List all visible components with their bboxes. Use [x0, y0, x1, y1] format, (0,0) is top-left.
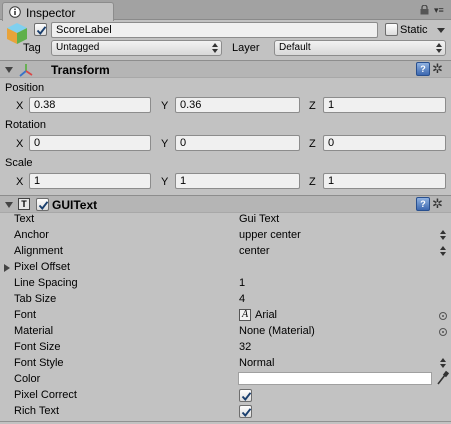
- scale-x-field[interactable]: 1: [29, 173, 151, 189]
- scale-x-label: X: [16, 176, 24, 188]
- font-value[interactable]: Arial: [255, 309, 277, 322]
- position-label: Position: [5, 82, 45, 94]
- gear-icon[interactable]: ✲: [432, 62, 443, 75]
- rotation-z-field[interactable]: 0: [323, 135, 446, 151]
- check-icon: [36, 26, 47, 35]
- layer-label: Layer: [232, 42, 260, 54]
- gameobject-active-checkbox[interactable]: [34, 23, 47, 36]
- tag-label: Tag: [23, 42, 41, 54]
- alignment-dropdown[interactable]: center: [239, 245, 270, 258]
- updown-arrows-icon: [436, 43, 442, 53]
- guitext-component-icon: T: [18, 198, 30, 210]
- rotation-z-label: Z: [309, 138, 316, 150]
- static-dropdown-icon[interactable]: [437, 28, 445, 33]
- rotation-y-label: Y: [161, 138, 169, 150]
- inspector-icon: [9, 6, 21, 18]
- transform-title: Transform: [51, 63, 110, 77]
- guitext-enabled-checkbox[interactable]: [36, 198, 49, 211]
- anchor-label: Anchor: [14, 229, 49, 241]
- tab-label: Inspector: [26, 6, 76, 20]
- scale-z-label: Z: [309, 176, 316, 188]
- layer-dropdown[interactable]: Default: [274, 40, 446, 56]
- help-book-icon[interactable]: ?: [416, 197, 430, 211]
- object-picker-icon[interactable]: [439, 312, 447, 320]
- window-menu-icon[interactable]: ▾≡: [434, 6, 444, 15]
- check-icon: [38, 201, 49, 210]
- updown-arrows-icon: [440, 358, 446, 368]
- color-swatch[interactable]: [238, 372, 432, 385]
- alignment-label: Alignment: [14, 245, 63, 257]
- gear-icon[interactable]: ✲: [432, 197, 443, 210]
- line-spacing-label: Line Spacing: [14, 277, 78, 289]
- rotation-x-label: X: [16, 138, 24, 150]
- text-label: Text: [14, 213, 35, 225]
- font-style-label: Font Style: [14, 357, 64, 369]
- bottom-divider: [0, 421, 451, 422]
- font-label: Font: [14, 309, 37, 321]
- guitext-foldout-icon[interactable]: [5, 202, 13, 208]
- color-label: Color: [14, 373, 41, 385]
- tag-value: Untagged: [56, 42, 100, 53]
- pixel-correct-label: Pixel Correct: [14, 389, 77, 401]
- font-asset-icon: A: [239, 309, 251, 321]
- material-label: Material: [14, 325, 54, 337]
- rich-text-label: Rich Text: [14, 405, 60, 417]
- scale-y-label: Y: [161, 176, 169, 188]
- position-z-label: Z: [309, 100, 316, 112]
- tab-size-label: Tab Size: [14, 293, 57, 305]
- position-x-field[interactable]: 0.38: [29, 97, 151, 113]
- pixel-offset-foldout-icon[interactable]: [4, 264, 10, 272]
- scale-label: Scale: [5, 157, 33, 169]
- guitext-title: GUIText: [52, 198, 98, 212]
- updown-arrows-icon: [440, 230, 446, 240]
- position-y-field[interactable]: 0.36: [175, 97, 300, 113]
- font-style-dropdown[interactable]: Normal: [239, 357, 274, 370]
- eyedropper-icon[interactable]: [436, 370, 450, 386]
- layer-value: Default: [279, 42, 311, 53]
- scale-y-field[interactable]: 1: [175, 173, 300, 189]
- text-value[interactable]: Gui Text: [239, 213, 279, 226]
- rich-text-checkbox[interactable]: [239, 405, 252, 418]
- pixel-offset-label[interactable]: Pixel Offset: [14, 261, 70, 274]
- tab-inspector[interactable]: Inspector: [2, 2, 114, 21]
- pixel-correct-checkbox[interactable]: [239, 389, 252, 402]
- static-label: Static: [400, 24, 428, 36]
- gameobject-name-field[interactable]: ScoreLabel: [51, 22, 378, 38]
- font-size-label: Font Size: [14, 341, 61, 353]
- rotation-y-field[interactable]: 0: [175, 135, 300, 151]
- tab-size-value[interactable]: 4: [239, 293, 245, 306]
- rotation-x-field[interactable]: 0: [29, 135, 151, 151]
- transform-axes-icon: [19, 64, 33, 77]
- line-spacing-value[interactable]: 1: [239, 277, 245, 290]
- check-icon: [241, 408, 252, 417]
- position-z-field[interactable]: 1: [323, 97, 446, 113]
- anchor-dropdown[interactable]: upper center: [239, 229, 301, 242]
- check-icon: [241, 392, 252, 401]
- updown-arrows-icon: [212, 43, 218, 53]
- font-size-value[interactable]: 32: [239, 341, 251, 354]
- rotation-label: Rotation: [5, 119, 46, 131]
- object-picker-icon[interactable]: [439, 328, 447, 336]
- material-value[interactable]: None (Material): [239, 325, 315, 338]
- help-book-icon[interactable]: ?: [416, 62, 430, 76]
- position-x-label: X: [16, 100, 24, 112]
- static-checkbox[interactable]: [385, 23, 398, 36]
- transform-foldout-icon[interactable]: [5, 67, 13, 73]
- lock-icon[interactable]: [420, 5, 429, 15]
- scale-z-field[interactable]: 1: [323, 173, 446, 189]
- updown-arrows-icon: [440, 246, 446, 256]
- tag-dropdown[interactable]: Untagged: [51, 40, 222, 56]
- position-y-label: Y: [161, 100, 169, 112]
